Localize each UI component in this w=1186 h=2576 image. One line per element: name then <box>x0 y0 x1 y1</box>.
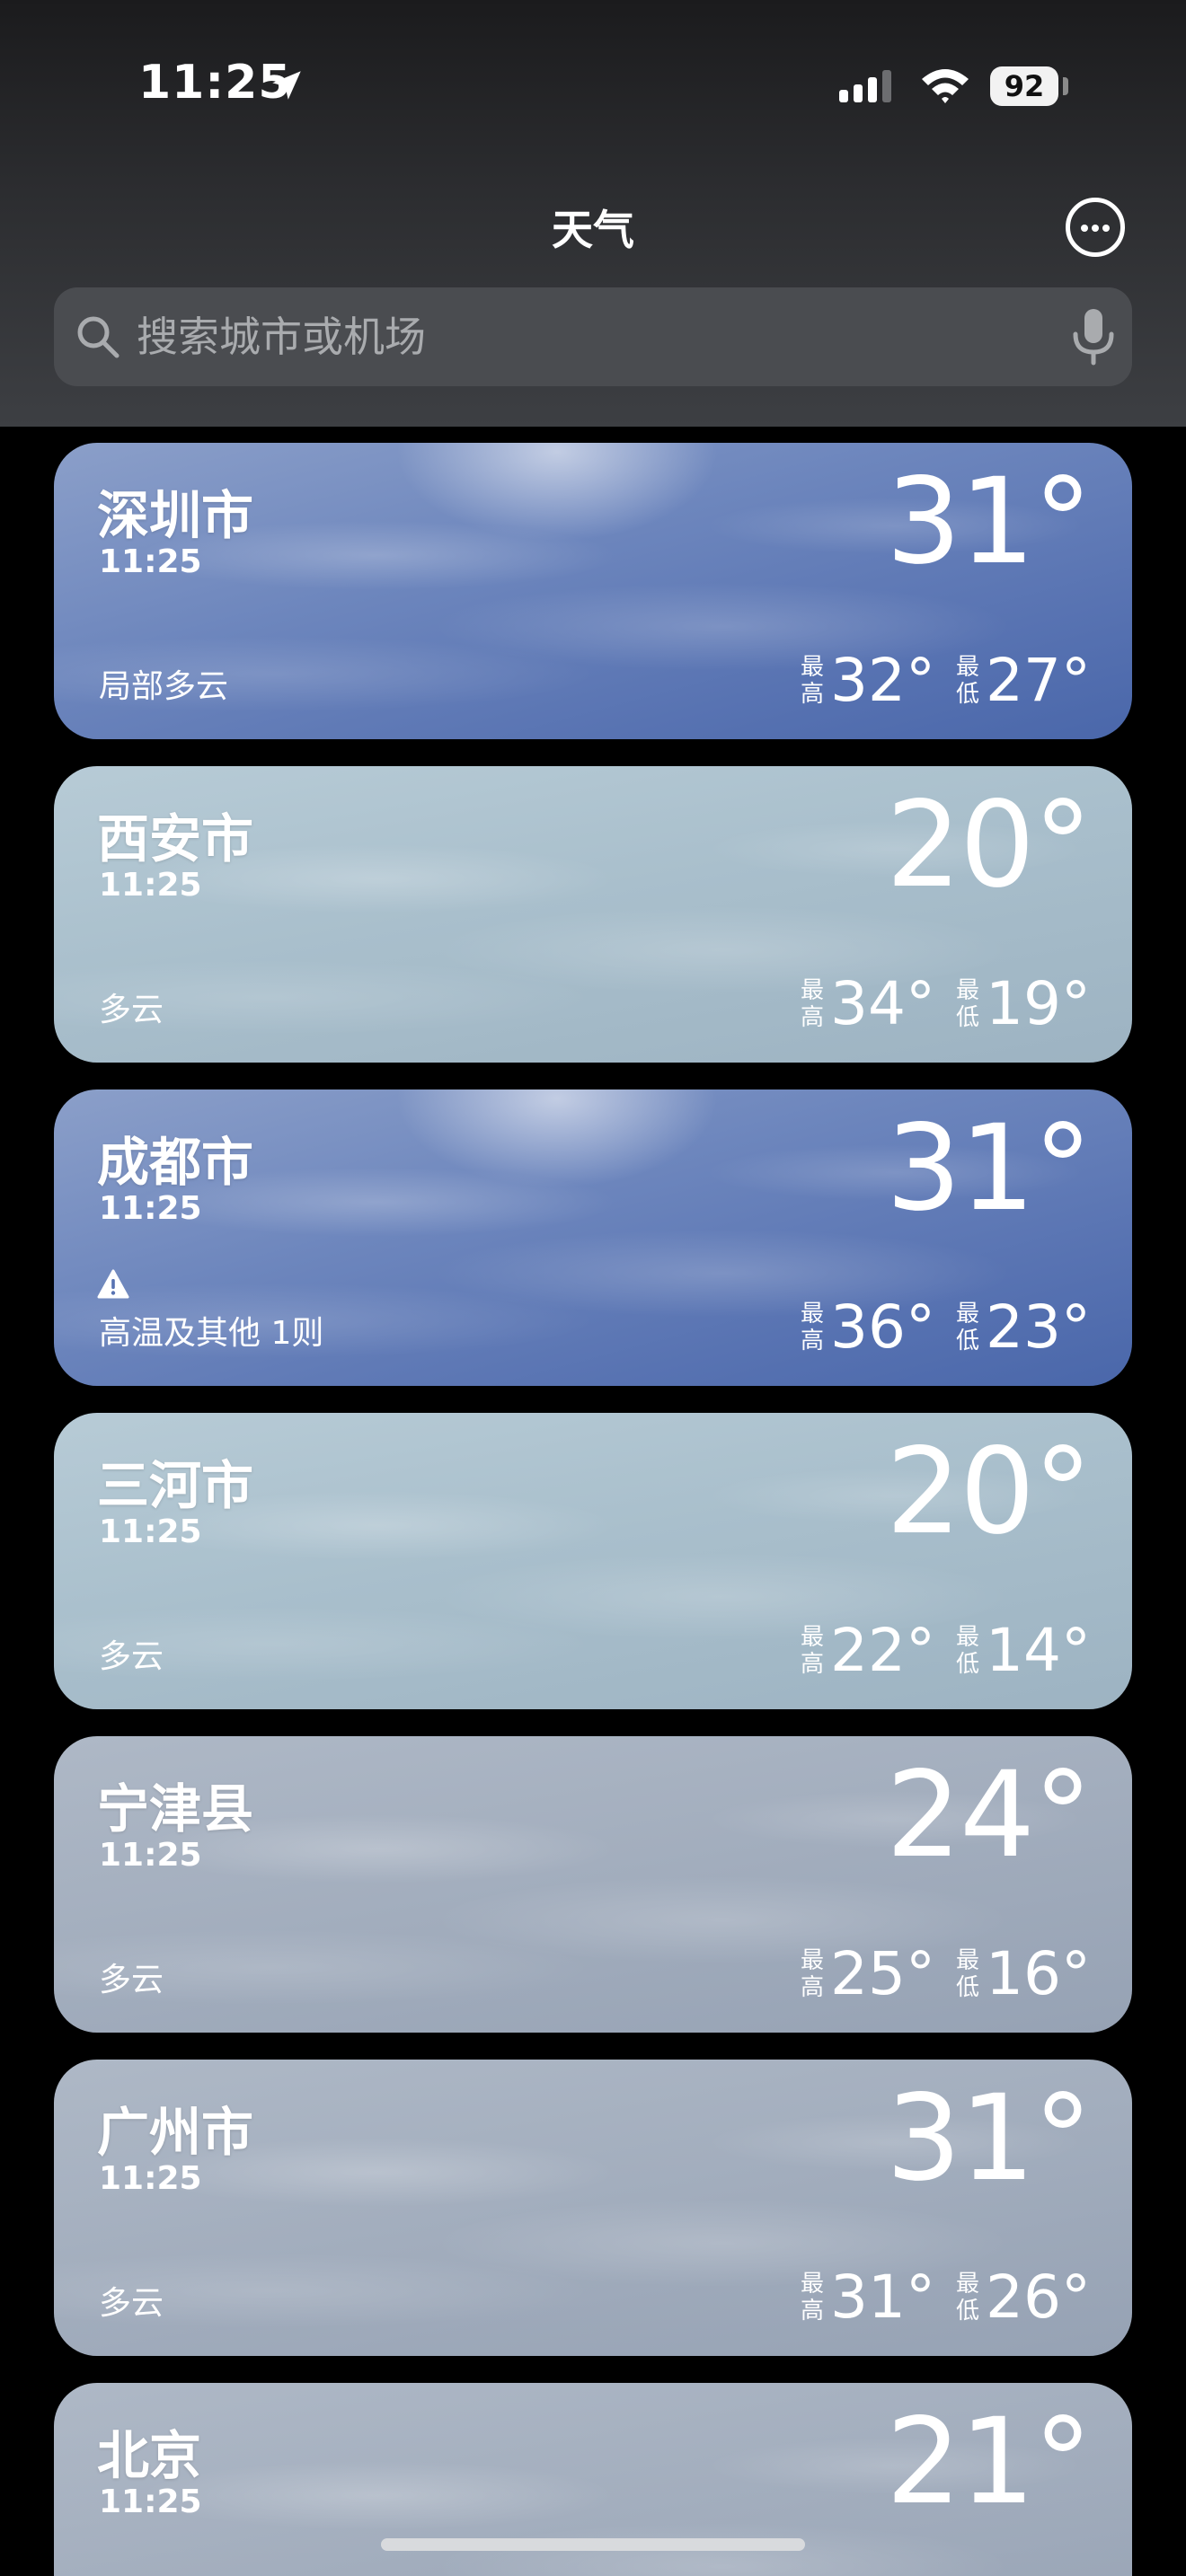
low-value: 19° <box>986 969 1091 1038</box>
low-value: 14° <box>986 1616 1091 1685</box>
high-low-temperatures: 最高 34° 最低 19° <box>800 975 1091 1034</box>
city-name: 西安市 <box>97 808 254 869</box>
weather-condition: 多云 <box>99 1962 164 1998</box>
battery-indicator: 92 <box>990 66 1058 106</box>
search-icon <box>77 316 119 358</box>
city-time: 11:25 <box>99 1513 202 1550</box>
city-card[interactable]: 成都市 11:25 高温及其他 1则 31° 最高 36° 最低 23° <box>54 1090 1132 1386</box>
low-value: 23° <box>986 1292 1091 1362</box>
weather-app: 11:25 92 天气 搜索城市或机场 深圳市 11:25 局部多云 31° 最… <box>0 0 1186 2576</box>
ellipsis-dot <box>1081 225 1088 232</box>
weather-condition: 多云 <box>99 2285 164 2322</box>
city-name: 成都市 <box>97 1132 254 1193</box>
city-time: 11:25 <box>99 2483 202 2520</box>
city-card[interactable]: 宁津县 11:25 多云 24° 最高 25° 最低 16° <box>54 1736 1132 2033</box>
high-value: 31° <box>830 2263 936 2332</box>
city-card[interactable]: 西安市 11:25 多云 20° 最高 34° 最低 19° <box>54 766 1132 1063</box>
high-temperature: 最高 25° <box>800 1945 935 2004</box>
weather-condition: 多云 <box>99 992 164 1028</box>
location-arrow-icon <box>272 71 301 100</box>
current-temperature: 24° <box>886 1746 1093 1884</box>
low-label: 最低 <box>956 1301 980 1354</box>
high-temperature: 最高 34° <box>800 975 935 1034</box>
high-value: 32° <box>830 646 936 715</box>
high-low-temperatures: 最高 22° 最低 14° <box>800 1621 1091 1681</box>
warning-icon <box>97 1269 129 1299</box>
low-label: 最低 <box>956 2271 980 2325</box>
city-time: 11:25 <box>99 867 202 904</box>
page-title: 天气 <box>552 206 634 254</box>
high-label: 最高 <box>801 1301 825 1354</box>
home-indicator[interactable] <box>381 2538 805 2551</box>
microphone-icon[interactable] <box>1067 307 1120 366</box>
low-label: 最低 <box>956 654 980 708</box>
high-label: 最高 <box>801 977 825 1031</box>
high-low-temperatures: 最高 31° 最低 26° <box>800 2268 1091 2327</box>
high-value: 36° <box>830 1292 936 1362</box>
high-temperature: 最高 36° <box>800 1298 935 1357</box>
high-value: 34° <box>830 969 936 1038</box>
low-label: 最低 <box>956 1624 980 1678</box>
city-time: 11:25 <box>99 1837 202 1874</box>
high-label: 最高 <box>801 654 825 708</box>
more-options-button[interactable] <box>1066 198 1125 257</box>
cellular-signal-icon <box>839 70 891 102</box>
high-label: 最高 <box>801 2271 825 2325</box>
low-value: 26° <box>986 2263 1091 2332</box>
city-time: 11:25 <box>99 1190 202 1227</box>
low-temperature: 最低 16° <box>955 1945 1091 2004</box>
high-low-temperatures: 最高 36° 最低 23° <box>800 1298 1091 1357</box>
search-input[interactable] <box>137 287 1035 386</box>
battery-cap <box>1063 77 1068 95</box>
city-name: 宁津县 <box>97 1778 254 1839</box>
high-temperature: 最高 22° <box>800 1621 935 1681</box>
city-name: 北京 <box>97 2425 202 2486</box>
low-temperature: 最低 26° <box>955 2268 1091 2327</box>
city-name: 深圳市 <box>97 485 254 546</box>
city-time: 11:25 <box>99 543 202 580</box>
city-name: 三河市 <box>97 1455 254 1516</box>
low-temperature: 最低 23° <box>955 1298 1091 1357</box>
weather-alert: 高温及其他 1则 <box>99 1315 324 1352</box>
current-temperature: 20° <box>886 1423 1093 1561</box>
city-card[interactable]: 三河市 11:25 多云 20° 最高 22° 最低 14° <box>54 1413 1132 1709</box>
high-label: 最高 <box>801 1624 825 1678</box>
wifi-icon <box>922 69 969 103</box>
low-temperature: 最低 27° <box>955 651 1091 710</box>
ellipsis-dot <box>1102 225 1110 232</box>
current-temperature: 31° <box>886 1099 1093 1238</box>
city-time: 11:25 <box>99 2160 202 2197</box>
low-temperature: 最低 14° <box>955 1621 1091 1681</box>
high-label: 最高 <box>801 1947 825 2001</box>
high-value: 22° <box>830 1616 936 1685</box>
high-low-temperatures: 最高 25° 最低 16° <box>800 1945 1091 2004</box>
low-label: 最低 <box>956 1947 980 2001</box>
current-temperature: 31° <box>886 453 1093 591</box>
ellipsis-dot <box>1092 225 1099 232</box>
weather-condition: 局部多云 <box>99 668 229 705</box>
header: 11:25 92 天气 <box>0 0 1186 427</box>
weather-condition: 多云 <box>99 1638 164 1675</box>
low-value: 16° <box>986 1939 1091 2008</box>
search-bar[interactable] <box>54 287 1132 386</box>
city-card[interactable]: 深圳市 11:25 局部多云 31° 最高 32° 最低 27° <box>54 443 1132 739</box>
high-value: 25° <box>830 1939 936 2008</box>
current-temperature: 31° <box>886 2069 1093 2208</box>
low-temperature: 最低 19° <box>955 975 1091 1034</box>
current-temperature: 21° <box>886 2393 1093 2531</box>
low-value: 27° <box>986 646 1091 715</box>
high-temperature: 最高 31° <box>800 2268 935 2327</box>
high-low-temperatures: 最高 32° 最低 27° <box>800 651 1091 710</box>
high-temperature: 最高 32° <box>800 651 935 710</box>
current-temperature: 20° <box>886 776 1093 914</box>
city-list: 深圳市 11:25 局部多云 31° 最高 32° 最低 27° 西安市 11:… <box>0 427 1186 2576</box>
city-name: 广州市 <box>97 2102 254 2163</box>
low-label: 最低 <box>956 977 980 1031</box>
city-card[interactable]: 广州市 11:25 多云 31° 最高 31° 最低 26° <box>54 2060 1132 2356</box>
